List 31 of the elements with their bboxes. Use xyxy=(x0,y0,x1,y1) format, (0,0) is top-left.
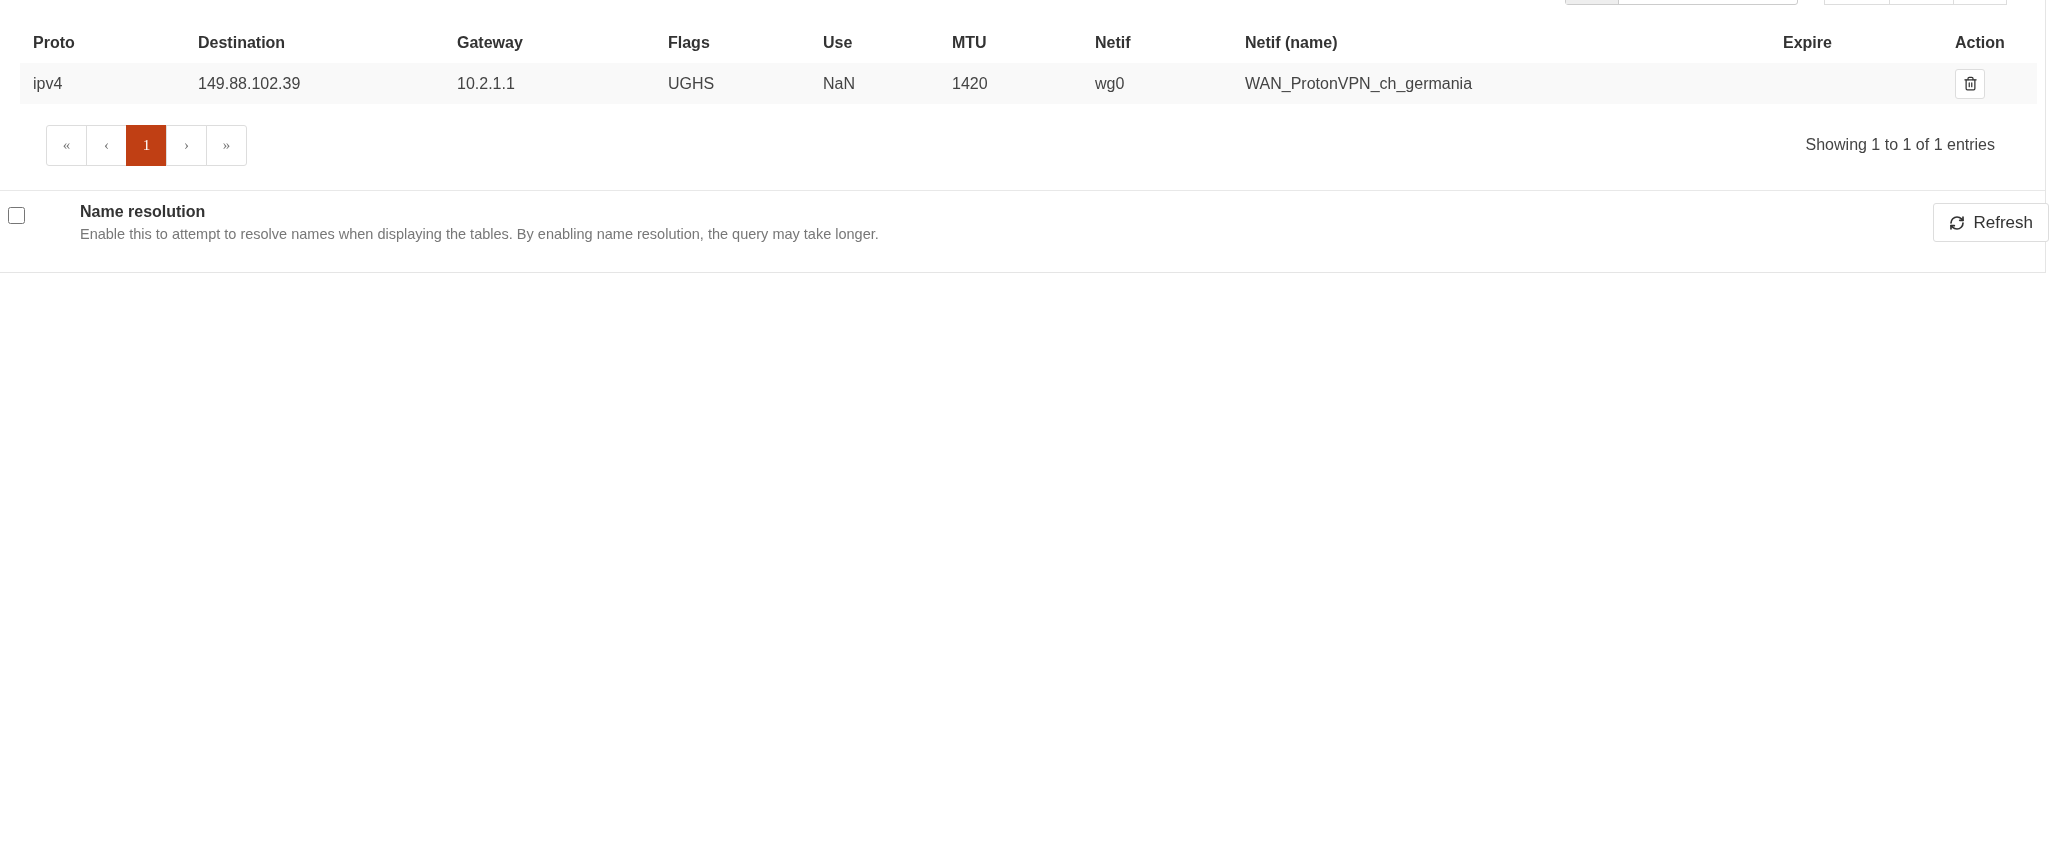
column-header: Flags xyxy=(655,23,810,63)
name-resolution-checkbox[interactable] xyxy=(8,207,25,224)
trash-icon xyxy=(1962,76,1978,91)
page-button[interactable]: » xyxy=(206,124,247,166)
column-header: Action xyxy=(1942,23,2037,63)
table-cell: WAN_ProtonVPN_ch_germania xyxy=(1232,63,1770,104)
column-header: Destination xyxy=(185,23,444,63)
page-button[interactable]: › xyxy=(166,124,207,166)
refresh-button[interactable]: Refresh xyxy=(1933,203,2049,242)
column-header: Netif xyxy=(1082,23,1232,63)
entries-info: Showing 1 to 1 of 1 entries xyxy=(1805,136,1995,154)
table-cell: wg0 xyxy=(1082,63,1232,104)
column-header: Proto xyxy=(20,23,185,63)
column-header: MTU xyxy=(939,23,1082,63)
table-cell: 1420 xyxy=(939,63,1082,104)
name-resolution-label: Name resolution xyxy=(80,203,207,221)
page-button[interactable]: 1 xyxy=(126,124,167,166)
table-cell: UGHS xyxy=(655,63,810,104)
name-resolution-description: Enable this to attempt to resolve names when displaying the tables. By enabling name resolution, the query may take longer. xyxy=(80,226,880,242)
table-cell: NaN xyxy=(810,63,939,104)
column-header: Use xyxy=(810,23,939,63)
refresh-icon xyxy=(1949,214,1966,231)
column-header: Gateway xyxy=(444,23,655,63)
page-button[interactable]: « xyxy=(46,124,87,166)
delete-button[interactable] xyxy=(1955,68,1985,99)
column-header: Expire xyxy=(1770,23,1942,63)
table-cell: 149.88.102.39 xyxy=(185,63,444,104)
table-cell: ipv4 xyxy=(20,63,185,104)
column-header: Netif (name) xyxy=(1232,23,1770,63)
table-cell: 10.2.1.1 xyxy=(444,63,655,104)
page-button[interactable]: ‹ xyxy=(86,124,127,166)
